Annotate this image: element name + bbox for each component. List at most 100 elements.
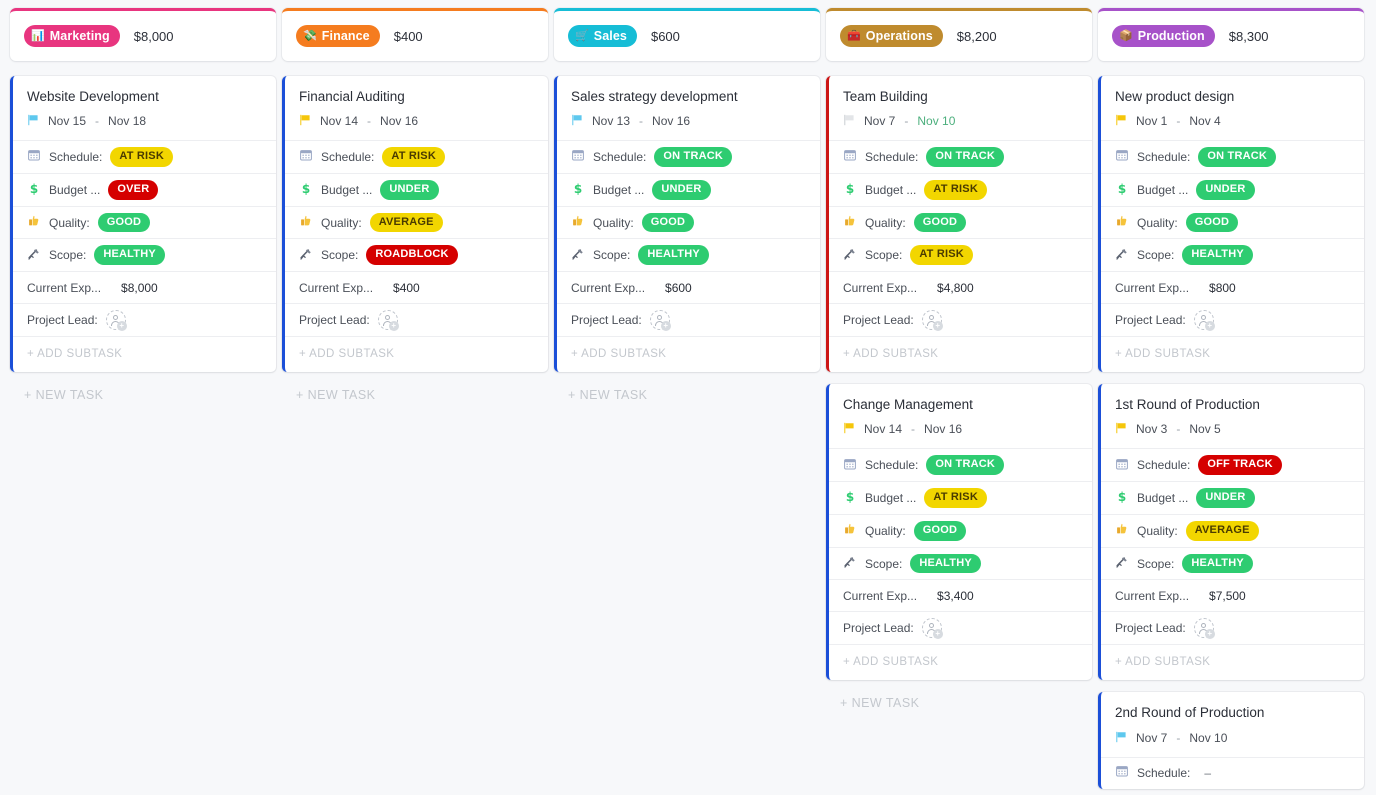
assign-avatar-icon[interactable]: + [922, 310, 942, 330]
custom-field-row[interactable]: Current Exp...$600 [557, 271, 820, 303]
new-task-button[interactable]: + NEW TASK [554, 384, 820, 402]
custom-field-row[interactable]: $Budget ...OVER [13, 173, 276, 206]
custom-field-row[interactable]: $Budget ...AT RISK [829, 481, 1092, 514]
task-title[interactable]: Financial Auditing [285, 76, 548, 105]
custom-field-row[interactable]: Scope:HEALTHY [1101, 547, 1364, 580]
add-subtask-button[interactable]: + ADD SUBTASK [557, 336, 820, 372]
task-date-range[interactable]: Nov 14-Nov 16 [829, 413, 1092, 448]
task-card[interactable]: 1st Round of ProductionNov 3-Nov 5Schedu… [1098, 384, 1364, 680]
status-badge[interactable]: UNDER [1196, 180, 1254, 200]
task-date-range[interactable]: Nov 14-Nov 16 [285, 105, 548, 140]
status-badge[interactable]: UNDER [380, 180, 438, 200]
status-badge[interactable]: GOOD [1186, 213, 1238, 233]
custom-field-row[interactable]: Quality:GOOD [829, 514, 1092, 547]
category-chip[interactable]: 💸Finance [296, 25, 380, 47]
status-badge[interactable]: GOOD [642, 213, 694, 233]
assign-avatar-icon[interactable]: + [106, 310, 126, 330]
task-date-range[interactable]: Nov 13-Nov 16 [557, 105, 820, 140]
custom-field-row[interactable]: Current Exp...$3,400 [829, 579, 1092, 611]
status-badge[interactable]: ON TRACK [926, 455, 1004, 475]
task-title[interactable]: Sales strategy development [557, 76, 820, 105]
status-badge[interactable]: ROADBLOCK [366, 245, 457, 265]
task-card[interactable]: Website DevelopmentNov 15-Nov 18Schedule… [10, 76, 276, 372]
status-badge[interactable]: AT RISK [382, 147, 445, 167]
column-header[interactable]: 💸Finance$400 [282, 8, 548, 61]
task-title[interactable]: New product design [1101, 76, 1364, 105]
task-card[interactable]: Financial AuditingNov 14-Nov 16Schedule:… [282, 76, 548, 372]
custom-field-row[interactable]: Schedule:AT RISK [285, 140, 548, 173]
status-badge[interactable]: UNDER [652, 180, 710, 200]
custom-field-row[interactable]: Project Lead:+ [285, 303, 548, 336]
custom-field-row[interactable]: Schedule:– [1101, 757, 1364, 789]
custom-field-row[interactable]: $Budget ...UNDER [557, 173, 820, 206]
status-badge[interactable]: AT RISK [924, 180, 987, 200]
custom-field-row[interactable]: Project Lead:+ [557, 303, 820, 336]
task-date-range[interactable]: Nov 3-Nov 5 [1101, 413, 1364, 448]
status-badge[interactable]: HEALTHY [1182, 245, 1253, 265]
custom-field-row[interactable]: Scope:HEALTHY [829, 547, 1092, 580]
task-title[interactable]: Change Management [829, 384, 1092, 413]
custom-field-row[interactable]: Current Exp...$400 [285, 271, 548, 303]
task-title[interactable]: 1st Round of Production [1101, 384, 1364, 413]
custom-field-row[interactable]: Scope:HEALTHY [557, 238, 820, 271]
new-task-button[interactable]: + NEW TASK [282, 384, 548, 402]
custom-field-row[interactable]: Schedule:AT RISK [13, 140, 276, 173]
status-badge[interactable]: AT RISK [910, 245, 973, 265]
category-chip[interactable]: 📦Production [1112, 25, 1215, 47]
add-subtask-button[interactable]: + ADD SUBTASK [1101, 644, 1364, 680]
custom-field-row[interactable]: Schedule:ON TRACK [557, 140, 820, 173]
assign-avatar-icon[interactable]: + [922, 618, 942, 638]
column-header[interactable]: 📊Marketing$8,000 [10, 8, 276, 61]
new-task-button[interactable]: + NEW TASK [10, 384, 276, 402]
task-title[interactable]: Team Building [829, 76, 1092, 105]
status-badge[interactable]: HEALTHY [94, 245, 165, 265]
field-value[interactable]: $4,800 [937, 281, 974, 295]
category-chip[interactable]: 🛒Sales [568, 25, 637, 47]
status-badge[interactable]: OVER [108, 180, 158, 200]
task-date-range[interactable]: Nov 1-Nov 4 [1101, 105, 1364, 140]
add-subtask-button[interactable]: + ADD SUBTASK [13, 336, 276, 372]
custom-field-row[interactable]: Scope:HEALTHY [13, 238, 276, 271]
custom-field-row[interactable]: Scope:HEALTHY [1101, 238, 1364, 271]
field-value[interactable]: $7,500 [1209, 589, 1246, 603]
status-badge[interactable]: AT RISK [110, 147, 173, 167]
custom-field-row[interactable]: Project Lead:+ [13, 303, 276, 336]
field-value[interactable]: $400 [393, 281, 420, 295]
assign-avatar-icon[interactable]: + [378, 310, 398, 330]
custom-field-row[interactable]: Scope:AT RISK [829, 238, 1092, 271]
custom-field-row[interactable]: Schedule:ON TRACK [829, 140, 1092, 173]
status-badge[interactable]: AT RISK [924, 488, 987, 508]
category-chip[interactable]: 🧰Operations [840, 25, 943, 47]
custom-field-row[interactable]: Quality:AVERAGE [1101, 514, 1364, 547]
column-header[interactable]: 🛒Sales$600 [554, 8, 820, 61]
add-subtask-button[interactable]: + ADD SUBTASK [285, 336, 548, 372]
custom-field-row[interactable]: Schedule:ON TRACK [829, 448, 1092, 481]
assign-avatar-icon[interactable]: + [1194, 618, 1214, 638]
task-card[interactable]: Change ManagementNov 14-Nov 16Schedule:O… [826, 384, 1092, 680]
status-badge[interactable]: HEALTHY [638, 245, 709, 265]
custom-field-row[interactable]: $Budget ...AT RISK [829, 173, 1092, 206]
status-badge[interactable]: AVERAGE [370, 213, 443, 233]
task-date-range[interactable]: Nov 7-Nov 10 [829, 105, 1092, 140]
add-subtask-button[interactable]: + ADD SUBTASK [829, 336, 1092, 372]
task-date-range[interactable]: Nov 15-Nov 18 [13, 105, 276, 140]
status-badge[interactable]: ON TRACK [1198, 147, 1276, 167]
custom-field-row[interactable]: Quality:GOOD [557, 206, 820, 239]
add-subtask-button[interactable]: + ADD SUBTASK [829, 644, 1092, 680]
custom-field-row[interactable]: Schedule:ON TRACK [1101, 140, 1364, 173]
custom-field-row[interactable]: Quality:AVERAGE [285, 206, 548, 239]
task-card[interactable]: Sales strategy developmentNov 13-Nov 16S… [554, 76, 820, 372]
status-badge[interactable]: ON TRACK [926, 147, 1004, 167]
custom-field-row[interactable]: $Budget ...UNDER [1101, 173, 1364, 206]
status-badge[interactable]: GOOD [914, 521, 966, 541]
custom-field-row[interactable]: Project Lead:+ [1101, 303, 1364, 336]
custom-field-row[interactable]: Current Exp...$7,500 [1101, 579, 1364, 611]
status-badge[interactable]: ON TRACK [654, 147, 732, 167]
empty-field-value[interactable]: – [1198, 766, 1211, 780]
status-badge[interactable]: UNDER [1196, 488, 1254, 508]
field-value[interactable]: $3,400 [937, 589, 974, 603]
custom-field-row[interactable]: $Budget ...UNDER [285, 173, 548, 206]
custom-field-row[interactable]: $Budget ...UNDER [1101, 481, 1364, 514]
custom-field-row[interactable]: Current Exp...$8,000 [13, 271, 276, 303]
add-subtask-button[interactable]: + ADD SUBTASK [1101, 336, 1364, 372]
